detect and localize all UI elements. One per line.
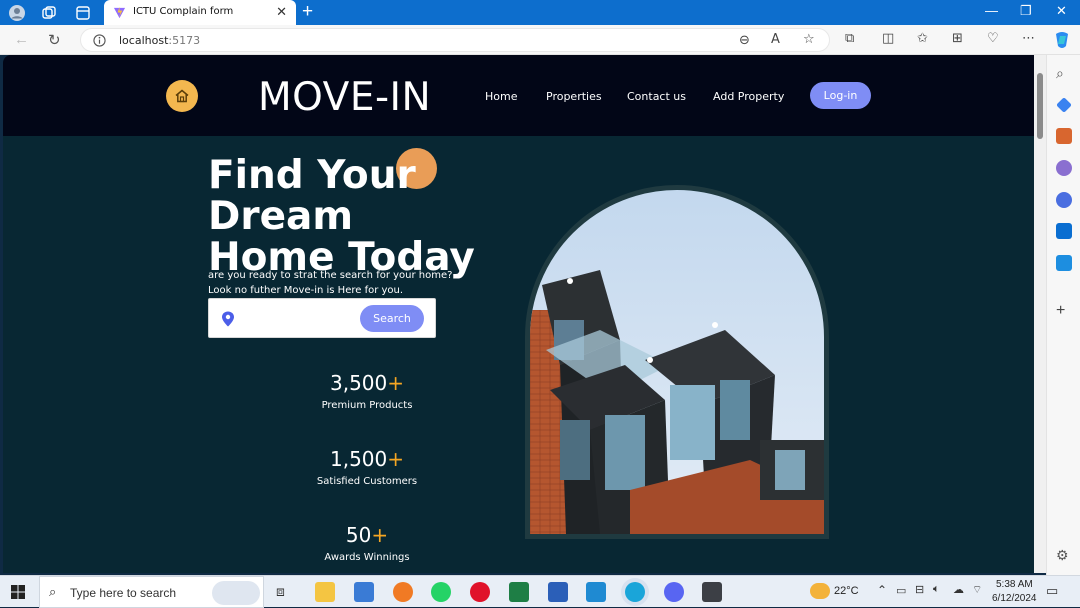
search-highlight-illustration-icon	[212, 581, 260, 605]
read-aloud-icon[interactable]: A	[771, 32, 780, 47]
microsoft-store-icon[interactable]	[354, 582, 374, 602]
volume-icon[interactable]: 🔈︎	[933, 583, 940, 596]
stat-label: Premium Products	[321, 400, 413, 411]
hero-building-image	[525, 185, 829, 539]
weather-icon[interactable]	[810, 583, 830, 599]
clock-date[interactable]: 6/12/2024	[992, 593, 1037, 604]
onedrive-icon[interactable]: ☁	[953, 583, 964, 596]
discord-icon[interactable]	[664, 582, 684, 602]
taskbar-search-placeholder: Type here to search	[70, 586, 177, 600]
nav-add-property[interactable]: Add Property	[713, 90, 784, 103]
sidebar-search-icon[interactable]: ⌕	[1056, 65, 1072, 81]
opera-icon[interactable]	[470, 582, 490, 602]
location-search-box[interactable]: Search	[208, 298, 436, 338]
weather-temperature[interactable]: 22°C	[834, 585, 859, 597]
vite-favicon-icon	[113, 6, 126, 19]
stat-awards-winnings: 50+ Awards Winnings	[267, 523, 467, 563]
add-sidebar-app-icon[interactable]: +	[1056, 302, 1072, 319]
network-status-icon[interactable]: ⊟	[915, 583, 924, 596]
nav-home[interactable]: Home	[485, 90, 517, 103]
info-icon[interactable]	[93, 34, 106, 47]
show-hidden-icons-icon[interactable]: ⌃	[877, 583, 887, 597]
stat-satisfied-customers: 1,500+ Satisfied Customers	[267, 447, 467, 487]
stat-number: 3,500+	[329, 371, 405, 395]
tab-actions-icon[interactable]	[74, 4, 92, 22]
shopping-tag-icon[interactable]	[1056, 97, 1072, 113]
app-icon[interactable]	[702, 582, 722, 602]
location-pin-icon	[222, 311, 234, 327]
wifi-icon[interactable]: ⌔	[972, 583, 982, 597]
url-field[interactable]: localhost:5173 ⊖ A ☆	[80, 28, 830, 52]
notifications-icon[interactable]: ▭	[1046, 583, 1058, 599]
word-icon[interactable]	[548, 582, 568, 602]
stat-number: 50+	[345, 523, 389, 547]
hero-subtitle: are you ready to strat the search for yo…	[208, 268, 488, 298]
scroll-thumb[interactable]	[1037, 73, 1043, 139]
address-bar-row: ← ↻ localhost:5173 ⊖ A ☆ ⧉ ◫ ✩ ⊞ ♡ ⋯	[0, 25, 1080, 55]
refresh-icon[interactable]: ↻	[48, 31, 61, 49]
file-explorer-icon[interactable]	[315, 582, 335, 602]
microsoft365-icon[interactable]	[1056, 192, 1072, 208]
brand-logo-text[interactable]: MOVE-IN	[258, 75, 431, 120]
send-icon[interactable]	[1056, 255, 1072, 271]
windows-start-icon[interactable]	[11, 585, 25, 599]
stat-premium-products: 3,500+ Premium Products	[267, 371, 467, 411]
page-viewport: MOVE-IN Home Properties Contact us Add P…	[3, 55, 1034, 573]
split-screen-icon[interactable]: ◫	[882, 31, 894, 46]
restore-icon[interactable]: ❐	[1020, 3, 1032, 19]
back-icon[interactable]: ←	[14, 31, 29, 48]
stat-label: Satisfied Customers	[316, 476, 418, 487]
tab-title: ICTU Complain form	[133, 6, 234, 17]
close-window-icon[interactable]: ✕	[1056, 3, 1067, 19]
hero-title: Find Your Dream Home Today	[208, 155, 568, 278]
workspaces-icon[interactable]	[40, 4, 58, 22]
url-text: localhost:5173	[119, 34, 201, 47]
firefox-icon[interactable]	[393, 582, 413, 602]
nav-properties[interactable]: Properties	[546, 90, 602, 103]
browser-essentials-icon[interactable]: ♡	[987, 31, 999, 46]
zoom-out-icon[interactable]: ⊖	[739, 33, 750, 48]
minimize-icon[interactable]: —	[985, 3, 998, 18]
hero-title-line1: Find Your Dream	[208, 153, 416, 239]
extensions-icon[interactable]: ⧉	[845, 31, 854, 46]
home-icon	[175, 89, 189, 103]
edge-icon[interactable]	[625, 582, 645, 602]
windows-taskbar: ⌕ Type here to search ⧈ 22°C ⌃ ▭ ⊟ 🔈︎ ☁ …	[0, 575, 1080, 608]
sidebar-settings-icon[interactable]: ⚙	[1056, 547, 1072, 563]
search-button[interactable]: Search	[360, 305, 424, 332]
browser-tab-bar: ICTU Complain form ✕ + — ❐ ✕	[0, 0, 1080, 25]
tools-icon[interactable]	[1056, 128, 1072, 144]
whatsapp-icon[interactable]	[431, 582, 451, 602]
stat-number: 1,500+	[329, 447, 405, 471]
hero-subtitle-line1: are you ready to strat the search for yo…	[208, 270, 453, 281]
battery-icon[interactable]: ▭	[896, 584, 906, 597]
taskbar-search-icon: ⌕	[49, 584, 57, 599]
excel-icon[interactable]	[509, 582, 529, 602]
new-tab-icon[interactable]: +	[302, 1, 313, 23]
games-icon[interactable]	[1056, 160, 1072, 176]
taskbar-search-box[interactable]: ⌕ Type here to search	[39, 576, 264, 608]
stat-label: Awards Winnings	[324, 552, 410, 563]
page-scrollbar[interactable]	[1034, 55, 1046, 573]
nav-contact-us[interactable]: Contact us	[627, 90, 686, 103]
copilot-icon[interactable]	[1052, 30, 1072, 50]
outlook-icon[interactable]	[1056, 223, 1072, 239]
tab-close-icon[interactable]: ✕	[276, 4, 287, 20]
hero-subtitle-line2: Look no futher Move-in is Here for you.	[208, 285, 404, 296]
favorite-star-icon[interactable]: ☆	[803, 32, 815, 47]
tab-ictu-complain-form[interactable]: ICTU Complain form ✕	[104, 0, 296, 25]
favorites-icon[interactable]: ✩	[917, 31, 928, 46]
clock-time[interactable]: 5:38 AM	[996, 579, 1033, 590]
profile-icon[interactable]	[8, 4, 26, 22]
login-button[interactable]: Log-in	[810, 82, 871, 109]
home-logo-button[interactable]	[166, 80, 198, 112]
collections-icon[interactable]: ⊞	[952, 31, 963, 46]
more-menu-icon[interactable]: ⋯	[1022, 31, 1035, 46]
vscode-icon[interactable]	[586, 582, 606, 602]
site-navbar: MOVE-IN Home Properties Contact us Add P…	[3, 55, 1034, 136]
building-illustration	[530, 270, 824, 534]
edge-sidebar: ⌕ + ⚙	[1046, 55, 1080, 575]
task-view-icon[interactable]: ⧈	[276, 583, 285, 600]
